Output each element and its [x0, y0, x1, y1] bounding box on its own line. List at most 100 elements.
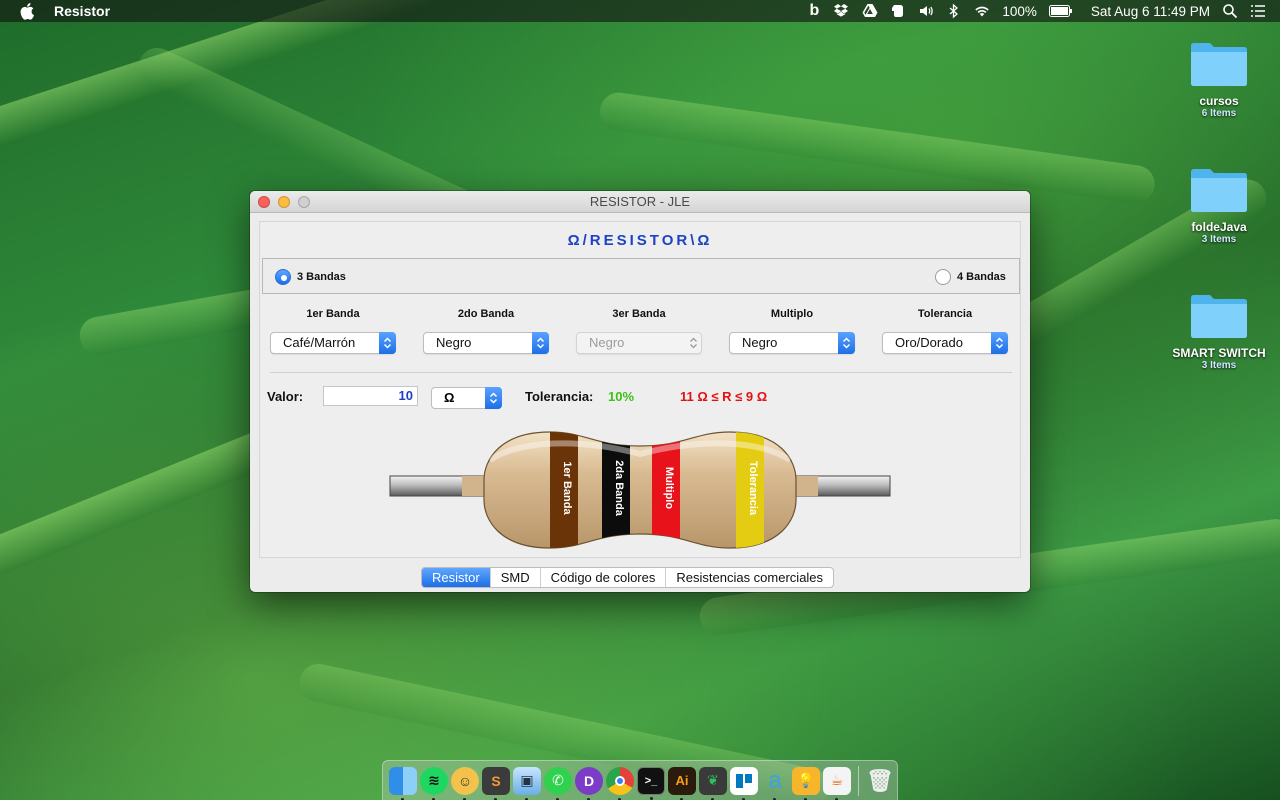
dock: ≋ ☺ S ▣ ✆ D >_ Ai ❦ a 💡 ☕ 🗑 [382, 760, 898, 800]
unit-select[interactable]: Ω [431, 387, 502, 409]
apple-icon[interactable] [20, 2, 38, 20]
tab-resistencias-comerciales[interactable]: Resistencias comerciales [666, 568, 833, 587]
select-value: Negro [436, 335, 472, 350]
select-value: Café/Marrón [283, 335, 356, 350]
column-label: Multiplo [770, 308, 814, 320]
column-3er-banda: 3er Banda Negro [576, 308, 702, 354]
volume-icon[interactable] [918, 3, 934, 19]
dock-popcorn-icon[interactable]: D [575, 766, 603, 800]
select-tolerancia[interactable]: Oro/Dorado [882, 332, 1008, 354]
desktop-folder-count: 3 Items [1201, 234, 1237, 245]
b-app-icon[interactable]: b [806, 2, 822, 19]
radio-selected-indicator [275, 269, 291, 285]
valor-label: Valor: [267, 389, 304, 404]
dock-whatsapp-icon[interactable]: ✆ [544, 766, 572, 800]
select-value: Negro [742, 335, 778, 350]
desktop-folder-foldejava[interactable]: foldeJava 3 Items [1164, 164, 1274, 246]
battery-percent: 100% [1002, 3, 1037, 19]
desktop-folder-name: SMART SWITCH [1172, 346, 1266, 360]
band-tolerance-label: Tolerancia [747, 461, 759, 516]
dock-separator [858, 765, 859, 796]
column-1er-banda: 1er Banda Café/Marrón [270, 308, 396, 354]
tab-smd[interactable]: SMD [491, 568, 541, 587]
band-count-selector: 3 Bandas 4 Bandas [262, 258, 1020, 294]
select-value: Negro [589, 335, 625, 350]
band-multiplier-label: Multiplo [663, 467, 675, 509]
clock[interactable]: Sat Aug 6 11:49 PM [1091, 4, 1210, 19]
select-multiplo[interactable]: Negro [729, 332, 855, 354]
resistor-panel: Ω/RESISTOR\Ω 3 Bandas 4 Bandas 1er Banda… [259, 221, 1021, 558]
app-menu-name[interactable]: Resistor [54, 3, 110, 19]
dock-trash-icon[interactable]: 🗑 [866, 767, 894, 795]
folder-icon [1189, 38, 1249, 88]
dock-evernote-icon[interactable]: ❦ [699, 766, 727, 800]
window-title: RESISTOR - JLE [589, 194, 691, 209]
band-1-label: 1er Banda [561, 461, 573, 515]
desktop-folder-name: cursos [1199, 94, 1239, 108]
band-2-label: 2da Banda [613, 460, 625, 517]
column-label: Tolerancia [917, 308, 973, 320]
tolerancia-value: 10% [608, 389, 635, 404]
radio-3-bandas[interactable]: 3 Bandas [275, 269, 346, 285]
desktop-folder-count: 3 Items [1201, 360, 1237, 371]
dropbox-icon[interactable] [834, 3, 850, 19]
select-value: Oro/Dorado [895, 335, 963, 350]
tolerancia-label: Tolerancia: [525, 389, 594, 404]
select-3er-banda: Negro [576, 332, 702, 354]
battery-icon[interactable] [1048, 3, 1073, 19]
updown-chevron-icon [685, 332, 702, 354]
app-title: Ω/RESISTOR\Ω [567, 232, 713, 249]
resistance-range: 11 Ω ≤ R ≤ 9 Ω [680, 389, 768, 404]
folder-icon [1189, 164, 1249, 214]
dock-finder-icon[interactable] [389, 766, 417, 800]
evernote-icon[interactable] [890, 3, 906, 19]
dock-java-icon[interactable]: ☕ [823, 766, 851, 800]
column-tolerancia: Tolerancia Oro/Dorado [882, 308, 1008, 354]
updown-chevron-icon [838, 332, 855, 354]
select-2do-banda[interactable]: Negro [423, 332, 549, 354]
dock-sublime-icon[interactable]: S [482, 766, 510, 800]
wifi-icon[interactable] [974, 3, 990, 19]
column-multiplo: Multiplo Negro [729, 308, 855, 354]
notification-center-icon[interactable] [1250, 3, 1266, 19]
valor-field[interactable]: 10 [323, 386, 418, 406]
updown-chevron-icon [991, 332, 1008, 354]
dock-chrome-icon[interactable] [606, 766, 634, 800]
resistor-illustration: 1er Banda 2da Banda Multiplo Tolerancia [389, 431, 891, 549]
dock-alfred-icon[interactable]: a [761, 767, 789, 800]
dock-illustrator-icon[interactable]: Ai [668, 766, 696, 800]
desktop-folder-smart-switch[interactable]: SMART SWITCH 3 Items [1164, 290, 1274, 372]
updown-chevron-icon [379, 332, 396, 354]
dock-scenebuilder-icon[interactable]: ☺ [451, 766, 479, 800]
dock-trello-icon[interactable] [730, 766, 758, 800]
dock-spotify-icon[interactable]: ≋ [420, 766, 448, 800]
bluetooth-icon[interactable] [946, 3, 962, 19]
updown-chevron-icon [485, 387, 502, 409]
unit-value: Ω [444, 390, 455, 405]
radio-unselected-indicator [935, 269, 951, 285]
folder-icon [1189, 290, 1249, 340]
radio-4-bandas[interactable]: 4 Bandas [935, 269, 1006, 285]
bottom-tab-bar: Resistor SMD Código de colores Resistenc… [421, 567, 835, 588]
radio-4-bandas-label: 4 Bandas [957, 271, 1006, 283]
tab-resistor[interactable]: Resistor [422, 568, 491, 587]
spotlight-search-icon[interactable] [1222, 3, 1238, 19]
menu-bar: Resistor b 100% Sat Aug 6 11:49 PM [0, 0, 1280, 22]
updown-chevron-icon [532, 332, 549, 354]
desktop-folder-count: 6 Items [1201, 108, 1237, 119]
window-titlebar[interactable]: RESISTOR - JLE [250, 191, 1030, 213]
column-label: 3er Banda [612, 308, 666, 320]
radio-3-bandas-label: 3 Bandas [297, 271, 346, 283]
tab-codigo-de-colores[interactable]: Código de colores [541, 568, 667, 587]
desktop-folder-cursos[interactable]: cursos 6 Items [1164, 38, 1274, 120]
dock-virtualbox-icon[interactable]: ▣ [513, 766, 541, 800]
column-2do-banda: 2do Banda Negro [423, 308, 549, 354]
dock-lightbulb-icon[interactable]: 💡 [792, 766, 820, 800]
column-label: 2do Banda [457, 308, 515, 320]
select-1er-banda[interactable]: Café/Marrón [270, 332, 396, 354]
dock-terminal-icon[interactable]: >_ [637, 766, 665, 800]
column-label: 1er Banda [306, 308, 360, 320]
desktop-folder-name: foldeJava [1191, 220, 1247, 234]
google-drive-icon[interactable] [862, 3, 878, 19]
resistor-window: RESISTOR - JLE Ω/RESISTOR\Ω 3 Bandas 4 B… [250, 191, 1030, 592]
